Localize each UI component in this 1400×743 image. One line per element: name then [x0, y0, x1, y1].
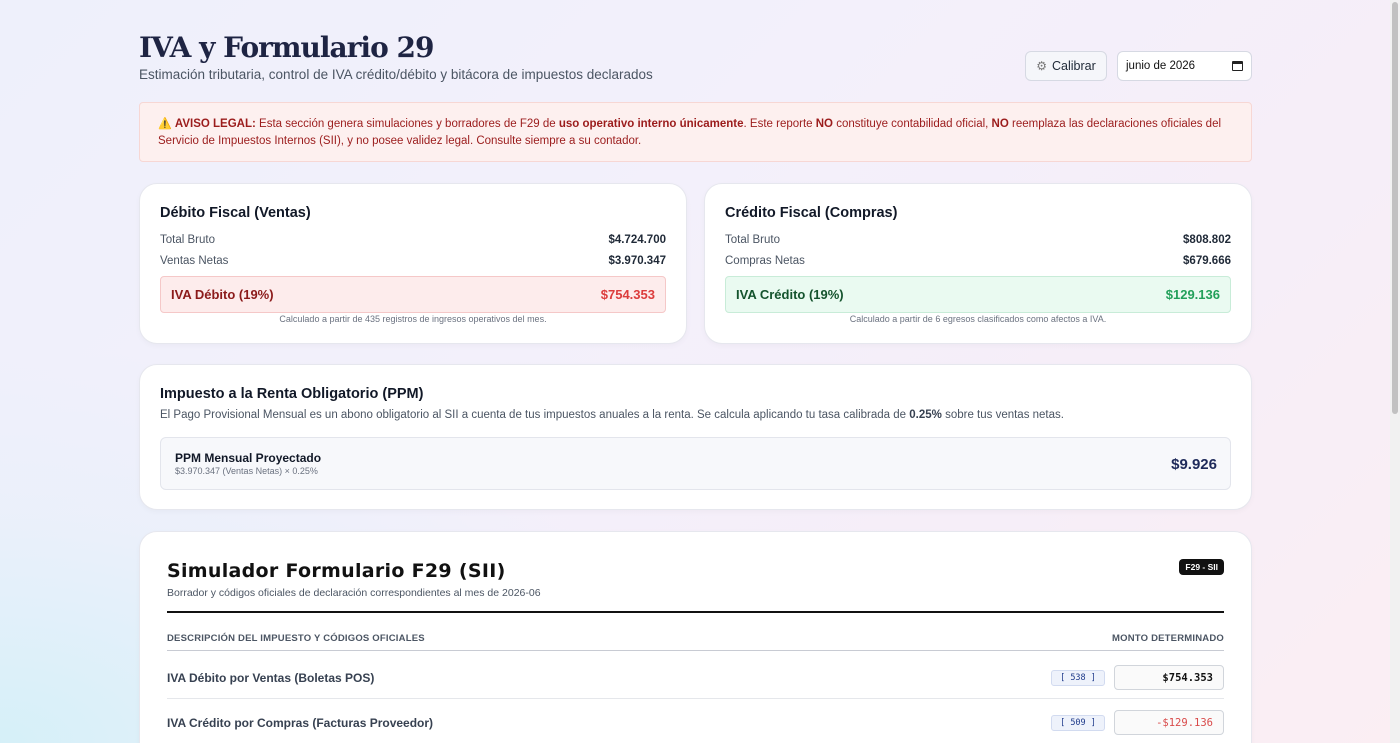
- calibrate-label: Calibrar: [1052, 59, 1096, 73]
- scrollbar-thumb[interactable]: [1392, 2, 1398, 414]
- amount-field[interactable]: $754.353: [1114, 665, 1224, 690]
- debit-gross-label: Total Bruto: [160, 234, 215, 246]
- page-subtitle: Estimación tributaria, control de IVA cr…: [139, 67, 653, 82]
- credit-gross-row: Total Bruto $808.802: [725, 234, 1231, 246]
- legal-warning-banner: ⚠️ AVISO LEGAL: Esta sección genera simu…: [139, 102, 1252, 162]
- debit-net-row: Ventas Netas $3.970.347: [160, 255, 666, 267]
- row-description: IVA Débito por Ventas (Boletas POS): [167, 671, 375, 685]
- credit-net-row: Compras Netas $679.666: [725, 255, 1231, 267]
- page-scrollbar[interactable]: [1390, 0, 1400, 743]
- column-header-description: DESCRIPCIÓN DEL IMPUESTO Y CÓDIGOS OFICI…: [167, 633, 425, 644]
- debit-note: Calculado a partir de 435 registros de i…: [279, 314, 547, 324]
- f29-simulator-card: Simulador Formulario F29 (SII) Borrador …: [139, 531, 1252, 743]
- ppm-desc-post: sobre tus ventas netas.: [941, 409, 1064, 421]
- iva-credit-box: IVA Crédito (19%) $129.136: [725, 276, 1231, 313]
- credit-note: Calculado a partir de 6 egresos clasific…: [849, 314, 1107, 324]
- amount-field[interactable]: -$129.136: [1114, 710, 1224, 735]
- tax-code-badge: [ 538 ]: [1051, 670, 1105, 686]
- debit-net-label: Ventas Netas: [160, 255, 229, 267]
- debit-gross-value: $4.724.700: [608, 234, 666, 246]
- calendar-icon[interactable]: [1232, 61, 1243, 71]
- credit-net-value: $679.666: [1183, 255, 1231, 267]
- ppm-amount: $9.926: [1171, 456, 1217, 473]
- iva-debit-label: IVA Débito (19%): [171, 287, 274, 302]
- ppm-rate: 0.25%: [909, 409, 942, 421]
- legal-label: AVISO LEGAL:: [174, 118, 256, 130]
- legal-text-3: constituye contabilidad oficial,: [833, 118, 992, 130]
- debit-net-value: $3.970.347: [608, 255, 666, 267]
- legal-text-2: . Este reporte: [743, 118, 816, 130]
- legal-bold-2: NO: [815, 118, 833, 130]
- table-row: IVA Débito por Ventas (Boletas POS) [ 53…: [167, 654, 1224, 699]
- credit-card: Crédito Fiscal (Compras) Total Bruto $80…: [704, 183, 1252, 344]
- legal-bold-1: uso operativo interno únicamente: [558, 118, 744, 130]
- credit-gross-value: $808.802: [1183, 234, 1231, 246]
- f29-subtitle: Borrador y códigos oficiales de declarac…: [167, 587, 541, 599]
- calibrate-button[interactable]: ⚙ Calibrar: [1025, 51, 1107, 81]
- debit-gross-row: Total Bruto $4.724.700: [160, 234, 666, 246]
- table-row: IVA Crédito por Compras (Facturas Provee…: [167, 699, 1224, 743]
- ppm-desc-pre: El Pago Provisional Mensual es un abono …: [160, 409, 910, 421]
- ppm-formula: $3.970.347 (Ventas Netas) × 0.25%: [175, 466, 318, 476]
- row-description: IVA Crédito por Compras (Facturas Provee…: [167, 716, 434, 730]
- credit-gross-label: Total Bruto: [725, 234, 780, 246]
- ppm-box-label: PPM Mensual Proyectado: [175, 451, 322, 465]
- legal-bold-3: NO: [991, 118, 1009, 130]
- warning-icon: ⚠️: [158, 118, 172, 130]
- gear-icon: ⚙: [1036, 59, 1047, 73]
- f29-title: Simulador Formulario F29 (SII): [167, 560, 506, 582]
- month-picker-input[interactable]: junio de 2026: [1117, 51, 1252, 81]
- iva-debit-box: IVA Débito (19%) $754.353: [160, 276, 666, 313]
- f29-badge: F29 - SII: [1179, 559, 1224, 575]
- ppm-title: Impuesto a la Renta Obligatorio (PPM): [160, 386, 424, 402]
- credit-title: Crédito Fiscal (Compras): [725, 205, 898, 221]
- tax-code-badge: [ 509 ]: [1051, 715, 1105, 731]
- header-divider: [167, 650, 1224, 651]
- column-header-amount: MONTO DETERMINADO: [1112, 633, 1224, 644]
- debit-title: Débito Fiscal (Ventas): [160, 205, 311, 221]
- page-header: IVA y Formulario 29 Estimación tributari…: [139, 0, 1252, 95]
- iva-credit-amount: $129.136: [1165, 287, 1220, 302]
- credit-net-label: Compras Netas: [725, 255, 805, 267]
- ppm-description: El Pago Provisional Mensual es un abono …: [160, 409, 1064, 421]
- f29-divider: [167, 611, 1224, 613]
- debit-card: Débito Fiscal (Ventas) Total Bruto $4.72…: [139, 183, 687, 344]
- ppm-card: Impuesto a la Renta Obligatorio (PPM) El…: [139, 364, 1252, 510]
- page-title: IVA y Formulario 29: [139, 31, 434, 64]
- iva-debit-amount: $754.353: [600, 287, 655, 302]
- iva-page: IVA y Formulario 29 Estimación tributari…: [139, 0, 1252, 743]
- ppm-projection-box: PPM Mensual Proyectado $3.970.347 (Venta…: [160, 437, 1231, 490]
- iva-credit-label: IVA Crédito (19%): [736, 287, 844, 302]
- legal-text-1: Esta sección genera simulaciones y borra…: [255, 118, 559, 130]
- month-value: junio de 2026: [1126, 60, 1196, 72]
